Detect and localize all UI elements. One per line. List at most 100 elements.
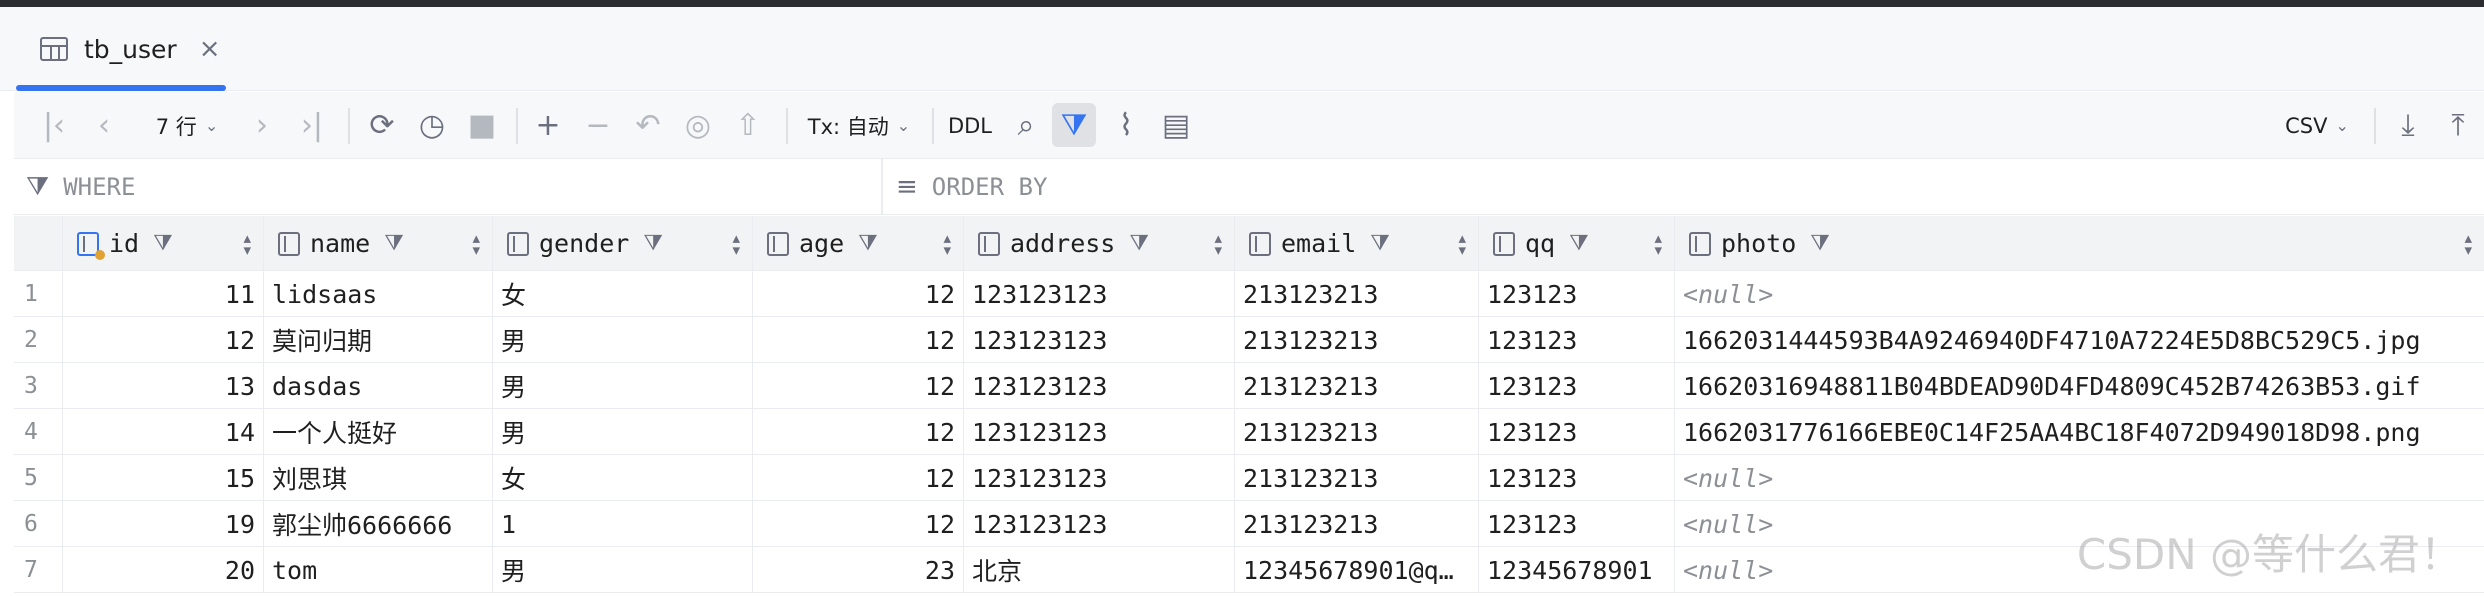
cell-name[interactable]: dasdas bbox=[264, 363, 493, 409]
cell-photo[interactable]: <null> bbox=[1675, 455, 2484, 501]
table-row[interactable]: 1 11 lidsaas 女 12 123123123 213123213 12… bbox=[14, 271, 2484, 317]
download-icon[interactable]: ⤓ bbox=[2386, 92, 2430, 159]
search-icon[interactable]: ⌕ bbox=[1004, 92, 1048, 159]
cell-photo[interactable]: 16620316948811B04BDEAD90D4FD4809C452B742… bbox=[1675, 363, 2484, 409]
previous-page-icon[interactable]: ‹ bbox=[84, 92, 124, 159]
cell-address[interactable]: 123123123 bbox=[964, 409, 1235, 455]
cell-id[interactable]: 11 bbox=[63, 271, 264, 317]
column-header-name[interactable]: name ⧩ ▴ ▾ bbox=[264, 216, 493, 271]
sort-arrows-icon[interactable]: ▴ ▾ bbox=[2464, 230, 2472, 257]
cell-age[interactable]: 12 bbox=[753, 455, 964, 501]
sort-arrows-icon[interactable]: ▴ ▾ bbox=[943, 230, 951, 257]
cell-age[interactable]: 12 bbox=[753, 271, 964, 317]
cell-qq[interactable]: 12345678901 bbox=[1479, 547, 1675, 593]
cell-name[interactable]: 刘思琪 bbox=[264, 455, 493, 501]
cell-qq[interactable]: 123123 bbox=[1479, 455, 1675, 501]
column-filter-icon[interactable]: ⧩ bbox=[384, 231, 404, 256]
last-page-icon[interactable]: ›| bbox=[292, 92, 332, 159]
column-header-qq[interactable]: qq ⧩ ▴ ▾ bbox=[1479, 216, 1675, 271]
ddl-button[interactable]: DDL bbox=[942, 92, 998, 159]
cell-email[interactable]: 213123213 bbox=[1235, 455, 1479, 501]
view-settings-icon[interactable]: ▤ bbox=[1154, 92, 1198, 159]
cell-id[interactable]: 15 bbox=[63, 455, 264, 501]
cell-gender[interactable]: 女 bbox=[493, 271, 753, 317]
sort-arrows-icon[interactable]: ▴ ▾ bbox=[472, 230, 480, 257]
cell-id[interactable]: 20 bbox=[63, 547, 264, 593]
cell-address[interactable]: 123123123 bbox=[964, 363, 1235, 409]
cell-address[interactable]: 123123123 bbox=[964, 455, 1235, 501]
sort-arrows-icon[interactable]: ▴ ▾ bbox=[1458, 230, 1466, 257]
cell-qq[interactable]: 123123 bbox=[1479, 317, 1675, 363]
cell-gender[interactable]: 男 bbox=[493, 317, 753, 363]
cell-name[interactable]: tom bbox=[264, 547, 493, 593]
cell-photo[interactable]: 1662031444593B4A9246940DF4710A7224E5D8BC… bbox=[1675, 317, 2484, 363]
cell-gender[interactable]: 男 bbox=[493, 547, 753, 593]
table-row[interactable]: 4 14 一个人挺好 男 12 123123123 213123213 1231… bbox=[14, 409, 2484, 455]
cell-photo[interactable]: <null> bbox=[1675, 271, 2484, 317]
cell-qq[interactable]: 123123 bbox=[1479, 363, 1675, 409]
cell-id[interactable]: 19 bbox=[63, 501, 264, 547]
sort-arrows-icon[interactable]: ▴ ▾ bbox=[1654, 230, 1662, 257]
first-page-icon[interactable]: |‹ bbox=[34, 92, 74, 159]
tab-tb-user[interactable]: tb_user × bbox=[16, 7, 226, 91]
cell-id[interactable]: 12 bbox=[63, 317, 264, 363]
column-filter-icon[interactable]: ⧩ bbox=[1370, 231, 1390, 256]
cell-gender[interactable]: 男 bbox=[493, 409, 753, 455]
cell-photo[interactable]: 1662031776166EBE0C14F25AA4BC18F4072D9490… bbox=[1675, 409, 2484, 455]
cell-name[interactable]: 一个人挺好 bbox=[264, 409, 493, 455]
table-row[interactable]: 2 12 莫问归期 男 12 123123123 213123213 12312… bbox=[14, 317, 2484, 363]
cell-age[interactable]: 12 bbox=[753, 363, 964, 409]
transaction-mode-selector[interactable]: Tx: 自动 ⌄ bbox=[796, 92, 922, 159]
add-row-icon[interactable]: + bbox=[526, 92, 570, 159]
cell-qq[interactable]: 123123 bbox=[1479, 409, 1675, 455]
table-row[interactable]: 3 13 dasdas 男 12 123123123 213123213 123… bbox=[14, 363, 2484, 409]
cell-name[interactable]: 郭尘帅6666666 bbox=[264, 501, 493, 547]
cell-address[interactable]: 123123123 bbox=[964, 317, 1235, 363]
revert-icon[interactable]: ↶ bbox=[626, 92, 670, 159]
column-header-age[interactable]: age ⧩ ▴ ▾ bbox=[753, 216, 964, 271]
refresh-icon[interactable]: ⟳ bbox=[360, 92, 404, 159]
cell-email[interactable]: 213123213 bbox=[1235, 409, 1479, 455]
cell-gender[interactable]: 女 bbox=[493, 455, 753, 501]
sort-arrows-icon[interactable]: ▴ ▾ bbox=[243, 230, 251, 257]
column-filter-icon[interactable]: ⧩ bbox=[643, 231, 663, 256]
column-header-email[interactable]: email ⧩ ▴ ▾ bbox=[1235, 216, 1479, 271]
column-filter-icon[interactable]: ⧩ bbox=[1569, 231, 1589, 256]
upload-icon[interactable]: ⤒ bbox=[2438, 92, 2478, 159]
stop-icon[interactable]: ■ bbox=[460, 92, 504, 159]
column-header-address[interactable]: address ⧩ ▴ ▾ bbox=[964, 216, 1235, 271]
preview-changes-icon[interactable]: ◎ bbox=[676, 92, 720, 159]
column-filter-icon[interactable]: ⧩ bbox=[858, 231, 878, 256]
cell-name[interactable]: lidsaas bbox=[264, 271, 493, 317]
sort-arrows-icon[interactable]: ▴ ▾ bbox=[732, 230, 740, 257]
row-count-selector[interactable]: 7 行 ⌄ bbox=[142, 92, 232, 159]
cell-email[interactable]: 213123213 bbox=[1235, 501, 1479, 547]
where-filter-input[interactable]: ⧩ WHERE bbox=[26, 159, 876, 215]
cell-name[interactable]: 莫问归期 bbox=[264, 317, 493, 363]
next-page-icon[interactable]: › bbox=[242, 92, 282, 159]
chart-icon[interactable]: ⌇ bbox=[1104, 92, 1148, 159]
cell-address[interactable]: 北京 bbox=[964, 547, 1235, 593]
close-icon[interactable]: × bbox=[199, 34, 221, 64]
column-filter-icon[interactable]: ⧩ bbox=[153, 231, 173, 256]
sort-arrows-icon[interactable]: ▴ ▾ bbox=[1214, 230, 1222, 257]
cell-age[interactable]: 12 bbox=[753, 317, 964, 363]
column-filter-icon[interactable]: ⧩ bbox=[1810, 231, 1830, 256]
cell-age[interactable]: 23 bbox=[753, 547, 964, 593]
column-header-gender[interactable]: gender ⧩ ▴ ▾ bbox=[493, 216, 753, 271]
column-filter-icon[interactable]: ⧩ bbox=[1129, 231, 1149, 256]
cell-address[interactable]: 123123123 bbox=[964, 271, 1235, 317]
cell-gender[interactable]: 1 bbox=[493, 501, 753, 547]
cell-qq[interactable]: 123123 bbox=[1479, 501, 1675, 547]
filter-toggle-icon[interactable]: ⧩ bbox=[1052, 92, 1096, 159]
delete-row-icon[interactable]: − bbox=[576, 92, 620, 159]
cell-age[interactable]: 12 bbox=[753, 501, 964, 547]
clock-icon[interactable]: ◷ bbox=[410, 92, 454, 159]
column-header-id[interactable]: id ⧩ ▴ ▾ bbox=[63, 216, 264, 271]
column-header-photo[interactable]: photo ⧩ ▴ ▾ bbox=[1675, 216, 2484, 271]
order-by-input[interactable]: ≡ ORDER BY bbox=[896, 159, 2476, 215]
cell-email[interactable]: 12345678901@q… bbox=[1235, 547, 1479, 593]
table-row[interactable]: 5 15 刘思琪 女 12 123123123 213123213 123123… bbox=[14, 455, 2484, 501]
cell-email[interactable]: 213123213 bbox=[1235, 363, 1479, 409]
cell-id[interactable]: 13 bbox=[63, 363, 264, 409]
